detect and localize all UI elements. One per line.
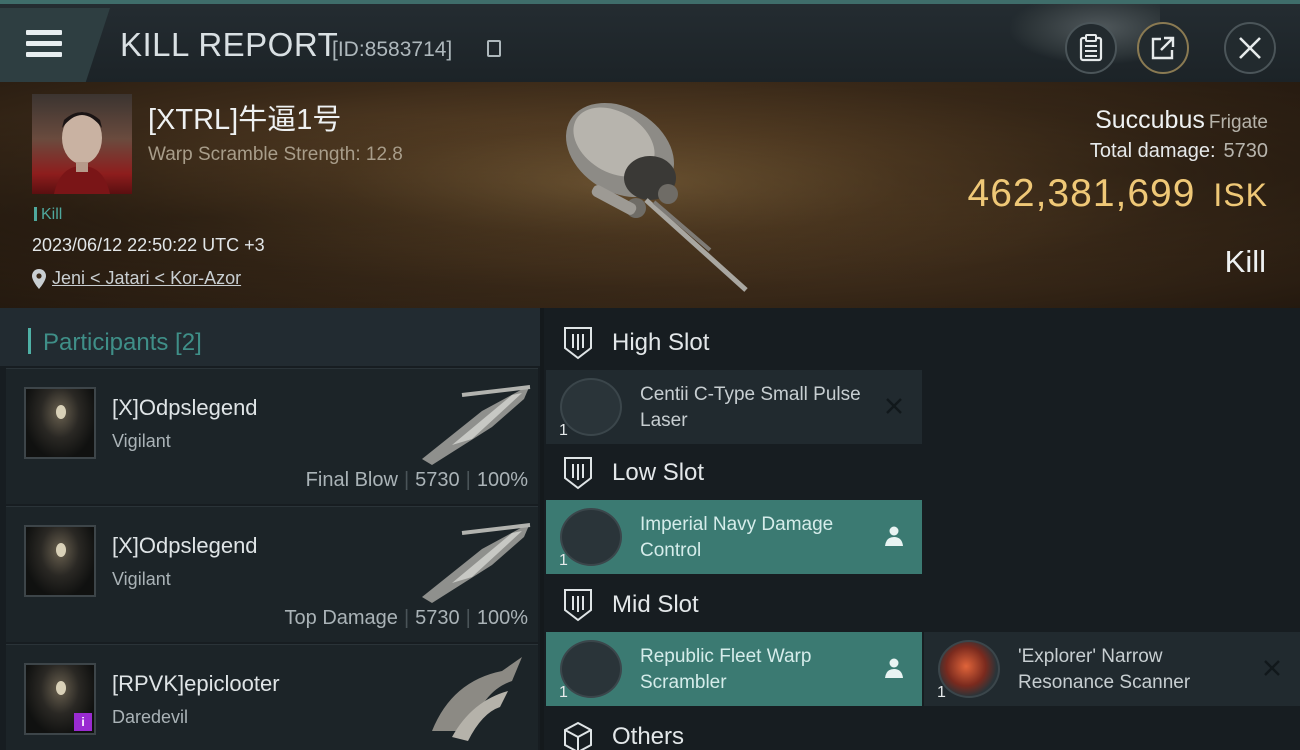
info-badge: i — [74, 713, 92, 731]
fitting-item-mid-2[interactable]: 1 'Explorer' Narrow Resonance Scanner — [924, 632, 1300, 706]
ship-class: Frigate — [1208, 112, 1268, 133]
participant-name: [X]Odpslegend — [112, 395, 258, 420]
item-quantity: 1 — [937, 684, 946, 701]
participant-ship-image — [422, 523, 531, 603]
resonance-scanner-icon — [938, 640, 1000, 698]
others-header: Others — [544, 706, 1300, 750]
high-slot-icon — [564, 327, 592, 360]
participant-damage: 5730 — [415, 607, 460, 629]
total-damage-value: 5730 — [1223, 140, 1269, 162]
cargo-box-icon — [564, 721, 592, 750]
destroyed-icon — [886, 398, 902, 414]
report-id: [ID:8583714] — [332, 38, 453, 61]
location-text: Jeni < Jatari < Kor-Azor — [52, 268, 242, 288]
isk-unit: ISK — [1213, 177, 1268, 213]
fitting-item-low-1[interactable]: 1 Imperial Navy Damage Control — [546, 500, 922, 574]
location-link[interactable]: Jeni < Jatari < Kor-Azor — [32, 268, 241, 289]
total-damage-label: Total damage: — [1089, 140, 1216, 162]
participant-ship: Vigilant — [112, 569, 171, 589]
isk-amount: 462,381,699 — [967, 172, 1196, 215]
mid-slot-icon — [564, 589, 592, 622]
dropped-person-icon — [885, 658, 903, 678]
clipboard-button[interactable] — [1065, 22, 1117, 74]
share-button[interactable] — [1137, 22, 1189, 74]
mid-slot-label: Mid Slot — [612, 591, 699, 618]
dropped-person-icon — [885, 526, 903, 546]
low-slot-header: Low Slot — [544, 442, 1300, 504]
location-pin-icon — [32, 268, 46, 289]
others-label: Others — [612, 723, 685, 750]
kill-tag: Kill — [34, 206, 62, 224]
kill-datetime: 2023/06/12 22:50:22 UTC +3 — [32, 235, 265, 255]
close-icon — [1239, 37, 1261, 59]
item-name: Imperial Navy Damage Control — [640, 514, 834, 561]
item-quantity: 1 — [559, 422, 568, 439]
item-name: Republic Fleet Warp Scrambler — [640, 646, 812, 693]
isk-value: 462,381,699 ISK — [968, 172, 1268, 216]
pulse-laser-icon — [560, 378, 622, 436]
participant-row[interactable]: i [RPVK]epiclooter Daredevil — [6, 644, 538, 750]
copy-icon[interactable] — [487, 40, 501, 57]
fitting-item-mid-1[interactable]: 1 Republic Fleet Warp Scrambler — [546, 632, 922, 706]
total-damage: Total damage: 5730 — [1090, 140, 1268, 163]
low-slot-label: Low Slot — [612, 459, 705, 486]
mid-slot-header: Mid Slot — [544, 574, 1300, 636]
victim-banner: [XTRL]牛逼1号 Warp Scramble Strength: 12.8 … — [0, 82, 1300, 308]
high-slot-label: High Slot — [612, 329, 710, 356]
character-portrait-image — [54, 112, 110, 194]
top-bar: KILL REPORT [ID:8583714] — [0, 0, 1300, 82]
item-quantity: 1 — [559, 684, 568, 701]
warp-scramble-strength: Warp Scramble Strength: 12.8 — [148, 144, 403, 165]
kill-result-label: Kill — [1224, 244, 1266, 279]
victim-name[interactable]: [XTRL]牛逼1号 — [148, 96, 341, 138]
participant-percent: 100% — [476, 607, 528, 629]
menu-button[interactable] — [0, 8, 110, 82]
participant-ship-image — [422, 385, 531, 465]
close-button[interactable] — [1224, 22, 1276, 74]
fitting-item-high-1[interactable]: 1 Centii C-Type Small Pulse Laser — [546, 370, 922, 444]
participant-role: Top Damage — [284, 607, 398, 629]
participant-percent: 100% — [476, 469, 528, 491]
victim-ship-name[interactable]: Succubus Frigate — [1095, 106, 1268, 135]
item-quantity: 1 — [559, 552, 568, 569]
participant-name: [X]Odpslegend — [112, 533, 258, 558]
participant-avatar[interactable] — [24, 387, 96, 459]
participant-avatar[interactable]: i — [24, 663, 96, 735]
high-slot-header: High Slot — [544, 312, 1300, 374]
participant-role: Final Blow — [305, 469, 398, 491]
item-name: Centii C-Type Small Pulse Laser — [640, 384, 861, 431]
participant-stats: Final Blow | 5730 | 100% — [305, 469, 528, 491]
participant-avatar[interactable] — [24, 525, 96, 597]
participant-damage: 5730 — [415, 469, 460, 491]
participant-row[interactable]: [X]Odpslegend Vigilant Top Damage | 5730 | 1… — [6, 506, 538, 642]
ship-name: Succubus — [1095, 106, 1205, 134]
low-slot-icon — [564, 457, 592, 490]
damage-control-icon — [560, 508, 622, 566]
warp-scrambler-icon — [560, 640, 622, 698]
participants-panel: Participants [2] [X]Odpslegend Vigilant … — [0, 308, 540, 750]
victim-portrait[interactable] — [32, 94, 132, 194]
fitting-panel: High Slot 1 Centii C-Type Small Pulse La… — [544, 308, 1300, 750]
page-title: KILL REPORT — [120, 26, 339, 63]
participant-ship-image — [432, 657, 522, 741]
participants-header: Participants [2] — [0, 308, 540, 366]
participant-stats: Top Damage | 5730 | 100% — [284, 607, 528, 629]
item-name: 'Explorer' Narrow Resonance Scanner — [1018, 646, 1191, 693]
participant-row[interactable]: [X]Odpslegend Vigilant Final Blow | 5730 | 1… — [6, 368, 538, 504]
clipboard-icon — [1079, 34, 1103, 62]
share-icon — [1151, 36, 1175, 60]
victim-ship-image[interactable] — [550, 90, 770, 300]
participant-ship: Daredevil — [112, 707, 189, 727]
destroyed-icon — [1264, 660, 1280, 676]
hamburger-icon — [26, 30, 62, 60]
participant-name: [RPVK]epiclooter — [112, 671, 280, 696]
participant-ship: Vigilant — [112, 431, 171, 451]
